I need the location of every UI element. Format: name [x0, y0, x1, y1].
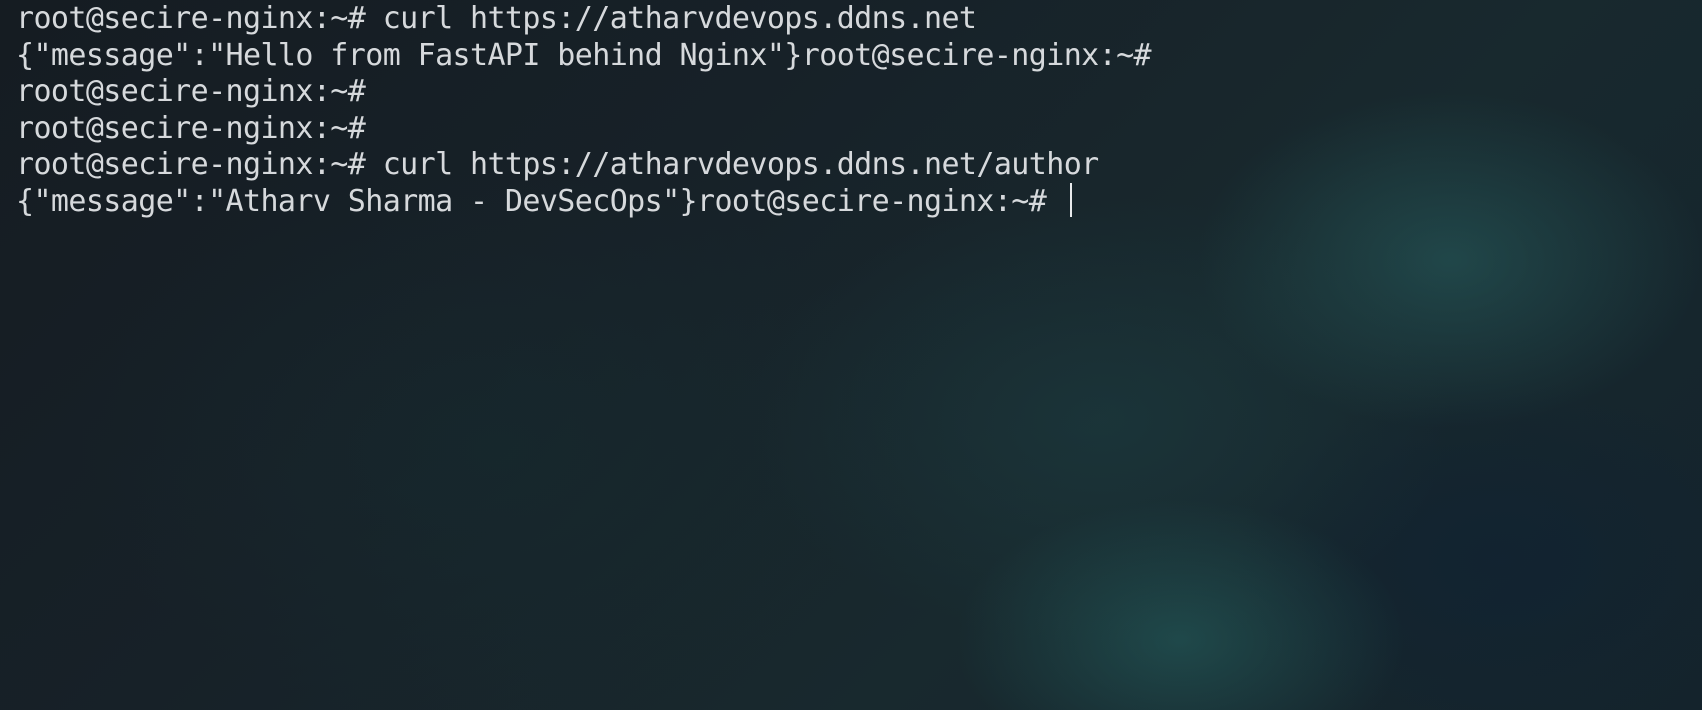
terminal-line-2: {"message":"Hello from FastAPI behind Ng…	[16, 37, 1152, 73]
text-cursor	[1069, 183, 1072, 218]
terminal-line-6: {"message":"Atharv Sharma - DevSecOps"}r…	[16, 183, 1064, 219]
terminal-line-4: root@secire-nginx:~#	[16, 110, 366, 146]
terminal-window[interactable]: root@secire-nginx:~# curl https://atharv…	[0, 0, 1702, 710]
terminal-line-5: root@secire-nginx:~# curl https://atharv…	[16, 147, 1099, 183]
terminal-prompt-line[interactable]: {"message":"Atharv Sharma - DevSecOps"}r…	[16, 183, 1702, 221]
terminal-line-1: root@secire-nginx:~# curl https://atharv…	[16, 1, 977, 36]
terminal-line-3: root@secire-nginx:~#	[16, 74, 366, 110]
